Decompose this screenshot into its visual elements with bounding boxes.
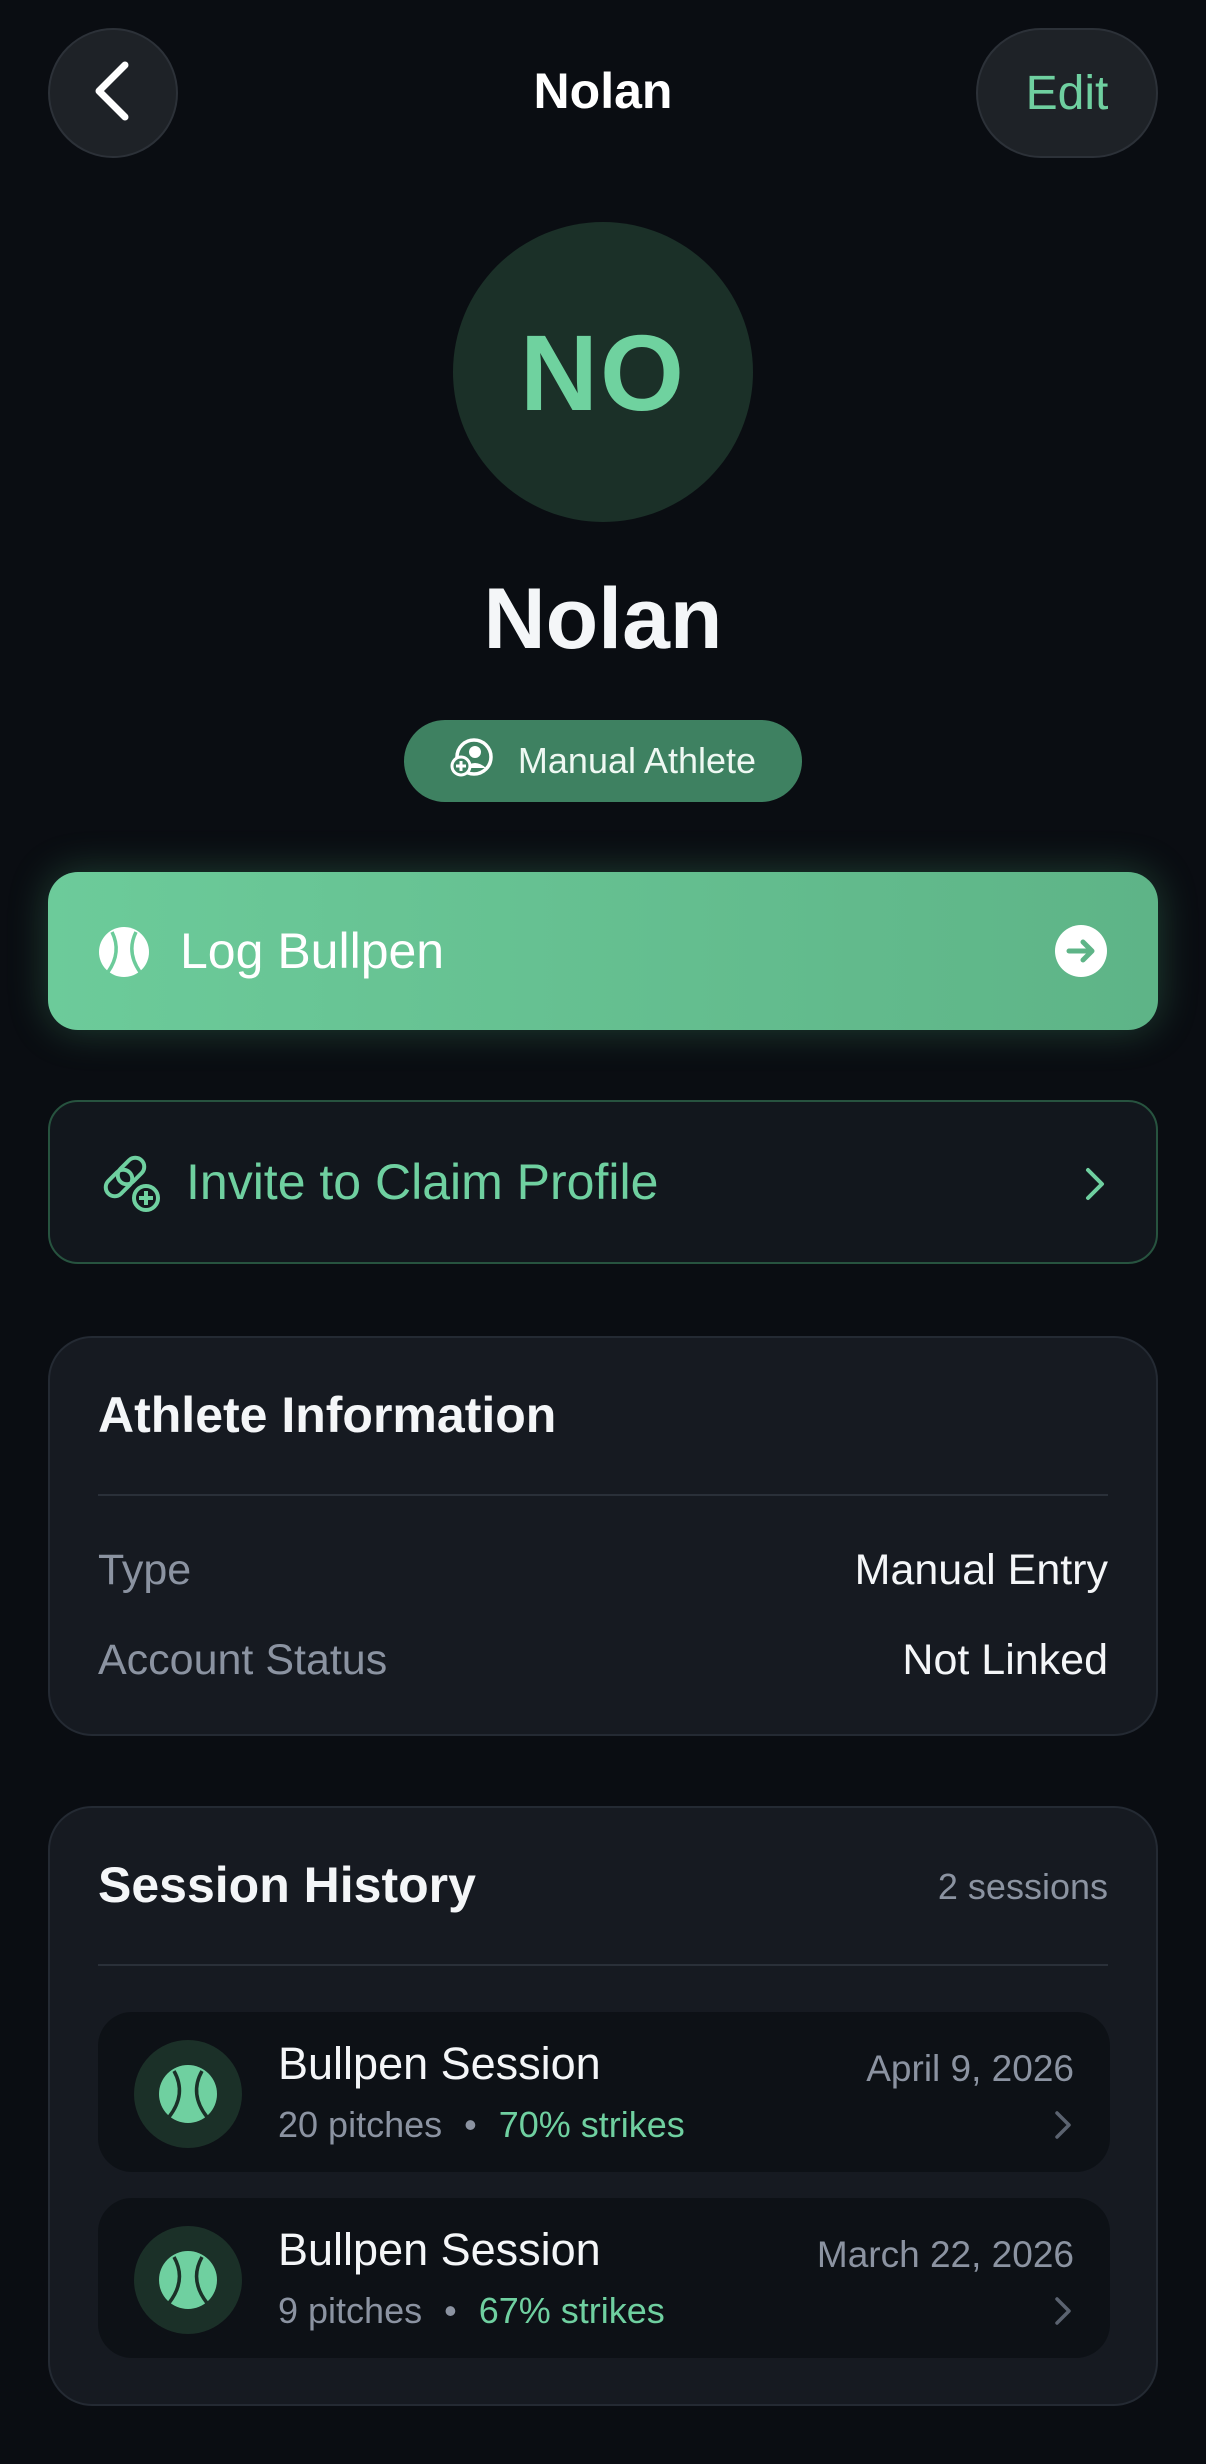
profile-name: Nolan bbox=[483, 571, 723, 667]
session-title: Bullpen Session bbox=[278, 2224, 601, 2275]
separator-dot: • bbox=[464, 2104, 477, 2145]
strike-percentage: 67% strikes bbox=[478, 2290, 665, 2331]
type-label: Type bbox=[98, 1546, 192, 1594]
pitch-count: 9 pitches bbox=[278, 2290, 423, 2331]
baseball-icon bbox=[134, 2040, 242, 2148]
session-summary: 9 pitches • 67% strikes bbox=[278, 2290, 665, 2332]
strike-percentage: 70% strikes bbox=[498, 2104, 685, 2145]
pitch-count: 20 pitches bbox=[278, 2104, 443, 2145]
baseball-icon bbox=[134, 2226, 242, 2334]
chevron-right-icon bbox=[1084, 1166, 1106, 1207]
avatar: NO bbox=[453, 222, 753, 522]
account-status-label: Account Status bbox=[98, 1636, 388, 1684]
edit-button[interactable]: Edit bbox=[976, 28, 1158, 158]
log-bullpen-button[interactable]: Log Bullpen bbox=[48, 872, 1158, 1030]
athlete-information-title: Athlete Information bbox=[98, 1387, 557, 1443]
user-plus-icon bbox=[450, 737, 496, 786]
session-row[interactable]: Bullpen Session 9 pitches • 67% strikes Ma… bbox=[98, 2198, 1110, 2358]
account-status-value: Not Linked bbox=[902, 1636, 1108, 1684]
chevron-right-icon bbox=[1054, 2296, 1072, 2331]
link-plus-icon bbox=[100, 1154, 162, 1219]
session-title: Bullpen Session bbox=[278, 2038, 601, 2089]
session-summary: 20 pitches • 70% strikes bbox=[278, 2104, 685, 2146]
divider bbox=[98, 1494, 1108, 1496]
session-row[interactable]: Bullpen Session 20 pitches • 70% strikes A… bbox=[98, 2012, 1110, 2172]
session-count: 2 sessions bbox=[937, 1866, 1108, 1907]
divider bbox=[98, 1964, 1108, 1966]
session-date: March 22, 2026 bbox=[816, 2234, 1074, 2275]
invite-claim-profile-button[interactable]: Invite to Claim Profile bbox=[48, 1100, 1158, 1264]
log-bullpen-label: Log Bullpen bbox=[180, 923, 445, 979]
chevron-right-icon bbox=[1054, 2110, 1072, 2145]
session-date: April 9, 2026 bbox=[866, 2048, 1074, 2089]
separator-dot: • bbox=[444, 2290, 457, 2331]
badge-label: Manual Athlete bbox=[517, 740, 757, 781]
baseball-icon bbox=[98, 926, 150, 983]
manual-athlete-badge: Manual Athlete bbox=[404, 720, 802, 802]
athlete-information-card: Athlete Information Type Manual Entry Ac… bbox=[48, 1336, 1158, 1736]
type-value: Manual Entry bbox=[854, 1546, 1108, 1594]
session-history-title: Session History bbox=[98, 1857, 476, 1913]
session-history-card: Session History 2 sessions Bullpen Sessi… bbox=[48, 1806, 1158, 2406]
invite-label: Invite to Claim Profile bbox=[186, 1154, 659, 1210]
arrow-right-circle-icon bbox=[1054, 924, 1108, 983]
